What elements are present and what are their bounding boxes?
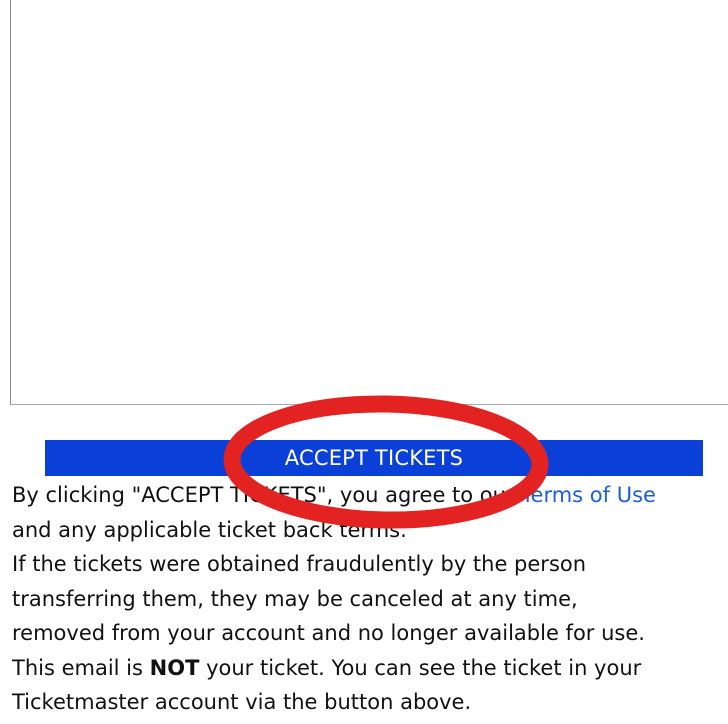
terms-line-5: removed from your account and no longer …: [12, 621, 645, 645]
terms-line-6: This email is NOT your ticket. You can s…: [12, 655, 642, 680]
terms-line-3: If the tickets were obtained fraudulentl…: [12, 552, 587, 576]
email-image-frame: [10, 0, 728, 405]
terms-line-4: transferring them, they may be canceled …: [12, 586, 578, 611]
red-circle-annotation: [223, 395, 549, 529]
terms-line-7: Ticketmaster account via the button abov…: [12, 690, 472, 714]
